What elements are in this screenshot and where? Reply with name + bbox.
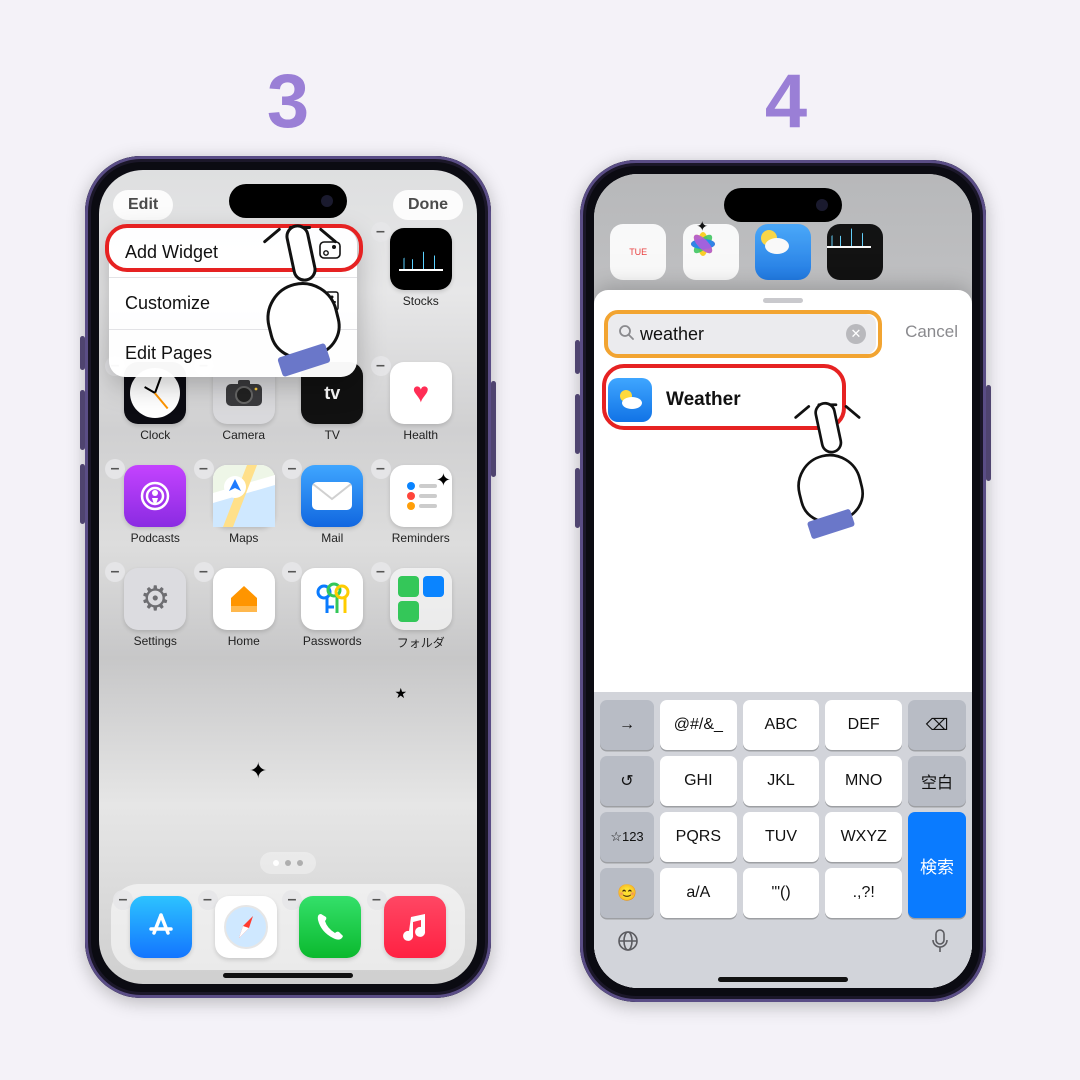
key-next[interactable]: → bbox=[600, 700, 654, 750]
bg-app-calendar: TUE bbox=[610, 224, 666, 280]
result-weather[interactable]: Weather bbox=[608, 370, 842, 430]
key-def[interactable]: DEF bbox=[825, 700, 902, 750]
step-number-4: 4 bbox=[756, 58, 816, 145]
key-pqrs[interactable]: PQRS bbox=[660, 812, 737, 862]
phone-frame-step3: Edit Done – Stocks Add Widget Custom bbox=[85, 156, 491, 998]
clear-icon[interactable]: ✕ bbox=[846, 324, 866, 344]
app-label: Stocks bbox=[403, 294, 439, 308]
menu-add-widget[interactable]: Add Widget bbox=[109, 228, 357, 278]
cancel-button[interactable]: Cancel bbox=[905, 322, 958, 342]
key-quotes[interactable]: '"() bbox=[743, 868, 820, 918]
key-ghi[interactable]: GHI bbox=[660, 756, 737, 806]
dock-music[interactable]: – bbox=[373, 896, 458, 958]
customize-icon bbox=[323, 291, 341, 316]
app-folder[interactable]: – フォルダ bbox=[377, 568, 466, 651]
key-abc[interactable]: ABC bbox=[743, 700, 820, 750]
keyboard: → @#/&_ ABC DEF ⌫ ↺ GHI JKL MNO 空白 ☆123 … bbox=[594, 692, 972, 988]
home-row-4: – ⚙︎ Settings – Home – Passwords – フォルダ bbox=[99, 568, 477, 651]
home-indicator[interactable] bbox=[223, 973, 353, 978]
key-case[interactable]: a/A bbox=[660, 868, 737, 918]
key-wxyz[interactable]: WXYZ bbox=[825, 812, 902, 862]
dock-appstore[interactable]: – bbox=[119, 896, 204, 958]
bg-app-stocks bbox=[827, 224, 883, 280]
blurred-home-row: TUE ✦ bbox=[594, 224, 972, 280]
search-value: weather bbox=[640, 324, 704, 345]
remove-badge[interactable]: – bbox=[371, 222, 391, 242]
menu-customize[interactable]: Customize bbox=[109, 278, 357, 330]
app-mail[interactable]: – Mail bbox=[288, 465, 377, 545]
mic-icon[interactable] bbox=[930, 928, 950, 960]
page-indicator[interactable] bbox=[260, 852, 316, 874]
context-menu: Add Widget Customize Edit Pages bbox=[109, 228, 357, 377]
phone-frame-step4: TUE ✦ weather ✕ Cancel Weather bbox=[580, 160, 986, 1002]
edit-button[interactable]: Edit bbox=[113, 190, 173, 220]
dynamic-island bbox=[229, 184, 347, 218]
widget-icon bbox=[319, 241, 341, 264]
key-jkl[interactable]: JKL bbox=[743, 756, 820, 806]
menu-label: Edit Pages bbox=[125, 343, 212, 364]
weather-icon bbox=[608, 378, 652, 422]
app-home[interactable]: – Home bbox=[200, 568, 289, 651]
home-row-3: – Podcasts – Maps – Mail – Reminders bbox=[99, 465, 477, 545]
result-label: Weather bbox=[666, 389, 741, 411]
key-punct[interactable]: .,?! bbox=[825, 868, 902, 918]
app-passwords[interactable]: – Passwords bbox=[288, 568, 377, 651]
screen-4: TUE ✦ weather ✕ Cancel Weather bbox=[594, 174, 972, 988]
key-space[interactable]: 空白 bbox=[908, 756, 966, 806]
key-backspace[interactable]: ⌫ bbox=[908, 700, 966, 750]
screen-3: Edit Done – Stocks Add Widget Custom bbox=[99, 170, 477, 984]
dock: – – – – bbox=[111, 884, 465, 970]
key-tuv[interactable]: TUV bbox=[743, 812, 820, 862]
key-123[interactable]: ☆123 bbox=[600, 812, 654, 862]
dock-phone[interactable]: – bbox=[288, 896, 373, 958]
home-indicator[interactable] bbox=[718, 977, 848, 982]
bg-app-photos bbox=[683, 224, 739, 280]
menu-label: Customize bbox=[125, 293, 210, 314]
bg-app-weather bbox=[755, 224, 811, 280]
app-settings[interactable]: – ⚙︎ Settings bbox=[111, 568, 200, 651]
search-icon bbox=[618, 324, 634, 345]
key-mno[interactable]: MNO bbox=[825, 756, 902, 806]
app-stocks[interactable]: – Stocks bbox=[377, 228, 466, 308]
app-health[interactable]: – ♥︎ Health bbox=[377, 362, 466, 442]
app-reminders[interactable]: – Reminders bbox=[377, 465, 466, 545]
key-undo[interactable]: ↺ bbox=[600, 756, 654, 806]
dynamic-island bbox=[724, 188, 842, 222]
globe-icon[interactable] bbox=[616, 929, 640, 959]
step-number-3: 3 bbox=[258, 58, 318, 145]
app-podcasts[interactable]: – Podcasts bbox=[111, 465, 200, 545]
menu-edit-pages[interactable]: Edit Pages bbox=[109, 330, 357, 377]
key-symbols[interactable]: @#/&_ bbox=[660, 700, 737, 750]
dock-safari[interactable]: – bbox=[204, 896, 289, 958]
wallpaper-sparkle: ✦ bbox=[249, 758, 267, 784]
app-maps[interactable]: – Maps bbox=[200, 465, 289, 545]
wallpaper-star: ★ bbox=[394, 685, 407, 702]
search-input[interactable]: weather ✕ bbox=[608, 314, 876, 354]
done-button[interactable]: Done bbox=[393, 190, 463, 220]
sheet-grabber[interactable] bbox=[763, 298, 803, 303]
key-search[interactable]: 検索 bbox=[908, 812, 966, 918]
wallpaper-sparkle: ✦ bbox=[436, 470, 451, 491]
key-emoji[interactable]: 😊 bbox=[600, 868, 654, 918]
menu-label: Add Widget bbox=[125, 242, 218, 263]
